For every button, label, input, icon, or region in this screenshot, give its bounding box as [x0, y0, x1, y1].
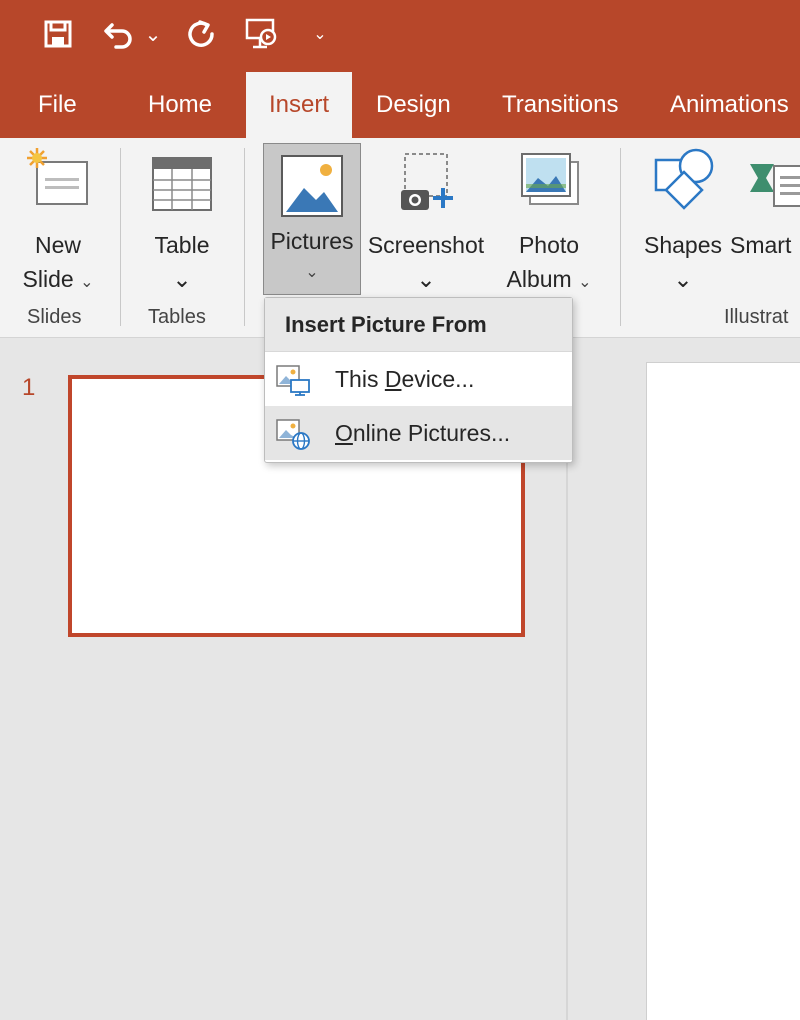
pictures-button[interactable]: Pictures ⌄: [263, 143, 361, 295]
chevron-down-icon: ⌄: [305, 264, 319, 281]
shapes-label: Shapes: [643, 232, 722, 258]
pictures-icon: [281, 155, 343, 217]
chevron-down-icon: ⌄: [144, 23, 162, 46]
chevron-down-icon: ⌄: [673, 266, 693, 292]
group-separator: [120, 148, 121, 326]
table-icon: [152, 157, 212, 211]
group-separator: [244, 148, 245, 326]
group-separator: [620, 148, 621, 326]
tab-transitions[interactable]: Transitions: [502, 72, 618, 138]
dropdown-header: Insert Picture From: [265, 298, 572, 352]
shapes-icon: [654, 148, 714, 210]
save-icon: [44, 20, 72, 48]
tab-home[interactable]: Home: [148, 72, 212, 138]
smartart-button[interactable]: Smart: [730, 144, 800, 262]
smartart-label: Smart: [730, 232, 792, 258]
chevron-down-icon: ⌄: [172, 266, 192, 292]
slide-number: 1: [22, 374, 36, 401]
ribbon-tabs: File Home Insert Design Transitions Anim…: [0, 72, 800, 138]
photo-album-label: Photo: [518, 232, 580, 258]
customize-qat-button[interactable]: ⌄: [308, 14, 332, 54]
chevron-down-icon: ⌄: [578, 274, 592, 291]
smartart-icon: [750, 164, 800, 207]
group-label-slides: Slides: [27, 306, 82, 328]
new-slide-label-line2: Slide ⌄: [22, 266, 94, 292]
save-button[interactable]: [38, 14, 78, 54]
new-slide-icon: [27, 148, 88, 205]
undo-button[interactable]: [98, 14, 140, 54]
tab-insert[interactable]: Insert: [246, 72, 352, 138]
table-button[interactable]: Table ⌄: [136, 144, 228, 296]
slide-canvas[interactable]: [646, 362, 800, 1020]
this-device-menu-item[interactable]: This Device...: [265, 352, 572, 406]
chevron-down-icon: ⌄: [80, 274, 94, 291]
screenshot-icon: [401, 153, 453, 210]
start-from-beginning-icon: [245, 18, 277, 49]
photo-album-button[interactable]: Photo Album ⌄: [494, 144, 604, 300]
chevron-down-icon: ⌄: [416, 266, 436, 292]
online-pictures-menu-item[interactable]: Online Pictures...: [265, 406, 572, 460]
photo-album-icon: [521, 153, 579, 205]
repeat-icon: [188, 20, 214, 47]
tab-design[interactable]: Design: [376, 72, 451, 138]
new-slide-label: New: [34, 232, 81, 258]
tab-file[interactable]: File: [38, 72, 77, 138]
new-slide-button[interactable]: New Slide ⌄: [10, 144, 106, 300]
screenshot-label: Screenshot: [367, 232, 485, 258]
this-device-icon: [276, 365, 310, 396]
photo-album-label-line2: Album ⌄: [506, 266, 592, 292]
online-pictures-icon: [276, 419, 310, 450]
undo-dropdown-button[interactable]: ⌄: [142, 14, 164, 54]
pictures-label: Pictures: [270, 228, 354, 254]
title-bar: ⌄ ⌄: [0, 0, 800, 72]
this-device-label: This Device...: [335, 365, 475, 392]
tab-animations[interactable]: Animations: [670, 72, 789, 138]
group-label-illustrations: Illustrat: [724, 306, 789, 328]
shapes-button[interactable]: Shapes ⌄: [636, 144, 730, 296]
undo-icon: [104, 23, 132, 49]
group-label-tables: Tables: [148, 306, 206, 328]
online-pictures-label: Online Pictures...: [335, 419, 511, 446]
start-from-beginning-button[interactable]: [240, 14, 284, 54]
repeat-button[interactable]: [180, 14, 222, 54]
chevron-down-icon: ⌄: [313, 26, 327, 43]
table-label: Table: [154, 232, 210, 258]
insert-picture-dropdown: Insert Picture From This Device... Onlin…: [264, 297, 573, 463]
screenshot-button[interactable]: Screenshot ⌄: [362, 144, 490, 296]
